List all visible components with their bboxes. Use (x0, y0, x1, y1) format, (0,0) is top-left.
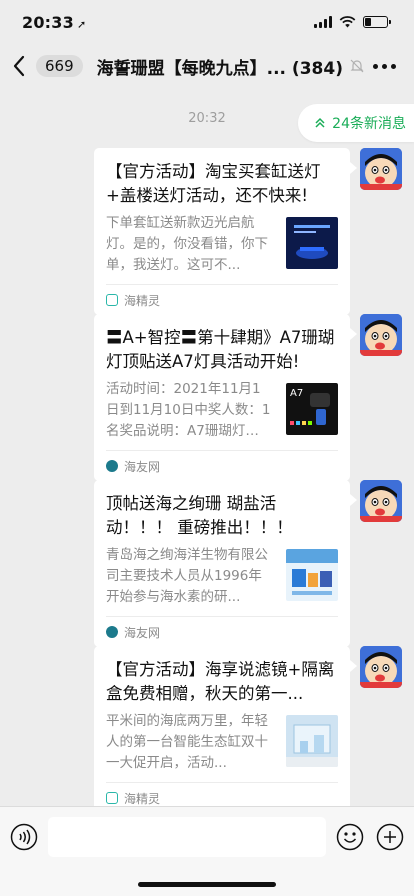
new-messages-label: 24条新消息 (332, 116, 406, 132)
back-arrow-icon[interactable] (12, 51, 34, 81)
wifi-icon (339, 16, 356, 28)
card-source: 海友网 (106, 450, 338, 481)
more-options-icon[interactable] (373, 56, 396, 76)
link-card-message[interactable]: 顶帖送海之绚珊 瑚盐活动！！！ 重磅推出！！！ 青岛海之绚海洋生物有限公司主要技… (94, 480, 357, 647)
card-source-name: 海精灵 (124, 293, 161, 308)
card-thumbnail (286, 217, 338, 269)
status-icons (314, 16, 391, 28)
avatar[interactable] (360, 480, 402, 522)
card-source: 海精灵 (106, 284, 338, 315)
haiyou-icon (106, 626, 118, 638)
home-indicator[interactable] (138, 882, 276, 887)
card-thumbnail: A7 (286, 383, 338, 435)
card-source-name: 海友网 (124, 625, 161, 640)
cellular-signal-icon (314, 16, 332, 28)
emoji-icon[interactable] (336, 823, 364, 851)
link-card-message[interactable]: 【官方活动】淘宝买套缸送灯+盖楼送灯活动，还不快来! 下单套缸送新款迈光启航灯。… (94, 148, 357, 315)
battery-icon (363, 16, 391, 28)
plus-icon[interactable] (376, 823, 404, 851)
card-thumbnail (286, 549, 338, 601)
location-arrow-icon: ➚ (76, 17, 87, 31)
haiyou-icon (106, 460, 118, 472)
chat-title[interactable]: 海誓珊盟【每晚九点】... (384) (97, 54, 343, 79)
sprite-app-icon (106, 294, 118, 306)
card-title: 顶帖送海之绚珊 瑚盐活动！！！ 重磅推出！！！ (106, 494, 293, 537)
card-description: 平米间的海底两万里，年轻人的第一台智能生态缸双十一大促开启，活动... (106, 713, 268, 771)
double-chevron-up-icon (315, 117, 325, 128)
link-card-message[interactable]: 【官方活动】海享说滤镜+隔离盒免费相赠，秋天的第一... 平米间的海底两万里，年… (94, 646, 357, 813)
card-description: 青岛海之绚海洋生物有限公司主要技术人员从1996年开始参与海水素的研... (106, 547, 268, 605)
status-time: 20:33 ➚ (22, 12, 87, 32)
card-thumbnail (286, 715, 338, 767)
card-source: 海友网 (106, 616, 338, 647)
card-source-name: 海精灵 (124, 791, 161, 806)
card-description: 活动时间：2021年11月1日到11月10日中奖人数：1名奖品说明：A7珊瑚灯一… (106, 381, 271, 439)
battery-level (365, 18, 372, 26)
avatar[interactable] (360, 646, 402, 688)
message-input[interactable] (48, 817, 326, 857)
new-messages-button[interactable]: 24条新消息 (298, 104, 414, 142)
nav-bar: 669 海誓珊盟【每晚九点】... (384) (0, 44, 414, 88)
card-source-name: 海友网 (124, 459, 161, 474)
card-title: 【官方活动】淘宝买套缸送灯+盖楼送灯活动，还不快来! (106, 162, 321, 205)
status-bar: 20:33 ➚ (0, 0, 414, 44)
svg-text:A7: A7 (290, 388, 303, 399)
avatar[interactable] (360, 314, 402, 356)
card-description: 下单套缸送新款迈光启航灯。是的，你没看错，你下单，我送灯。这可不... (106, 215, 268, 273)
mute-bell-icon (350, 59, 364, 73)
sprite-app-icon (106, 792, 118, 804)
voice-input-icon[interactable] (10, 823, 38, 851)
unread-count-badge[interactable]: 669 (36, 55, 83, 77)
link-card-message[interactable]: 〓A+智控〓第十肆期》A7珊瑚灯顶贴送A7灯具活动开始! 活动时间：2021年1… (94, 314, 357, 481)
card-title: 〓A+智控〓第十肆期》A7珊瑚灯顶贴送A7灯具活动开始! (106, 328, 335, 371)
avatar[interactable] (360, 148, 402, 190)
card-title: 【官方活动】海享说滤镜+隔离盒免费相赠，秋天的第一... (106, 660, 335, 703)
